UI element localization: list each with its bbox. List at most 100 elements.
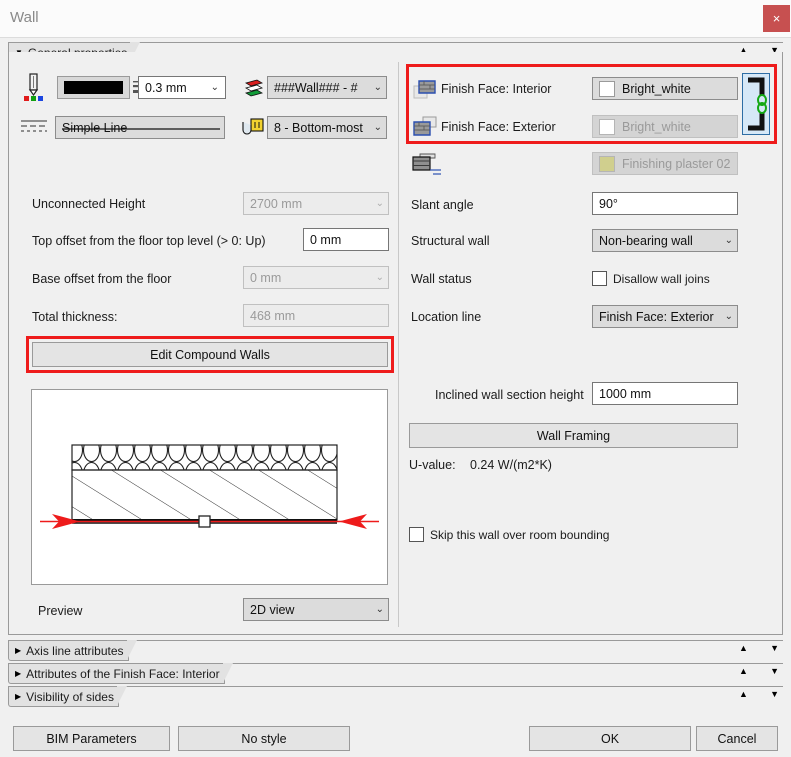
intersection-priority-icon[interactable]	[240, 116, 266, 138]
inclined-wall-section-height-value: 1000 mm	[599, 386, 652, 401]
label-finish-face-interior: Finish Face: Interior	[441, 82, 552, 96]
priority-value: 8 - Bottom-most	[274, 120, 363, 135]
wall-framing-button[interactable]: Wall Framing	[409, 423, 738, 448]
label-total-thickness: Total thickness:	[32, 310, 118, 324]
checkbox-box	[409, 527, 424, 542]
layer-combo[interactable]: ###Wall### - # ⌄	[267, 76, 387, 99]
line-weight-combo[interactable]: 0.3 mm ⌄	[138, 76, 226, 99]
unconnected-height-value: 2700 mm	[250, 196, 303, 211]
label-base-offset: Base offset from the floor	[32, 272, 172, 286]
window-title: Wall	[10, 9, 39, 26]
expand-down-icon: ▼	[770, 666, 779, 676]
expand-down-icon: ▼	[770, 643, 779, 653]
skip-room-bounding-checkbox[interactable]: Skip this wall over room bounding	[409, 527, 609, 542]
section-toggle-attributes-finish-face-interior[interactable]: ▶ Attributes of the Finish Face: Interio…	[8, 663, 233, 684]
section-label-axis-line-attributes: Axis line attributes	[26, 643, 124, 658]
chevron-down-icon: ⌄	[724, 311, 733, 322]
wall-edge-icon	[411, 152, 445, 178]
chevron-down-icon: ⌄	[373, 122, 382, 133]
section-header-axis-line-attributes: ▶ Axis line attributes ▲ ▼	[8, 640, 783, 661]
chevron-down-icon: ⌄	[375, 604, 384, 615]
section-header-attributes-finish-face-interior: ▶ Attributes of the Finish Face: Interio…	[8, 663, 783, 684]
pen-color-icon[interactable]	[22, 72, 44, 102]
layer-value: ###Wall### - #	[274, 80, 358, 95]
edge-material-value: Finishing plaster 02	[622, 156, 731, 171]
label-slant-angle: Slant angle	[411, 198, 474, 212]
label-inclined-wall-section-height: Inclined wall section height	[435, 388, 584, 402]
finish-face-exterior-icon	[413, 116, 437, 138]
priority-combo[interactable]: 8 - Bottom-most ⌄	[267, 116, 387, 139]
section-resize-visibility-of-sides[interactable]: ▲ ▼	[739, 690, 779, 699]
preview-mode-combo[interactable]: 2D view ⌄	[243, 598, 389, 621]
line-type-combo[interactable]: Simple Line	[55, 116, 225, 139]
label-finish-face-exterior: Finish Face: Exterior	[441, 120, 556, 134]
edit-compound-walls-button[interactable]: Edit Compound Walls	[32, 342, 388, 367]
close-button[interactable]: ×	[763, 5, 790, 32]
section-resize-attributes-finish-face-interior[interactable]: ▲ ▼	[739, 667, 779, 676]
finish-face-exterior-material-combo[interactable]: Bright_white	[592, 115, 738, 138]
link-faces-icon[interactable]	[742, 73, 770, 135]
collapse-up-icon: ▲	[739, 666, 748, 676]
ok-button[interactable]: OK	[529, 726, 691, 751]
location-line-value: Finish Face: Exterior	[599, 309, 714, 324]
layers-icon[interactable]	[243, 78, 265, 98]
label-unconnected-height: Unconnected Height	[32, 197, 146, 211]
finish-face-interior-material: Bright_white	[622, 81, 691, 96]
section-resize-axis-line-attributes[interactable]: ▲ ▼	[739, 644, 779, 653]
section-toggle-visibility-of-sides[interactable]: ▶ Visibility of sides	[8, 686, 127, 707]
column-divider	[398, 62, 399, 627]
line-weight-value: 0.3 mm	[145, 80, 187, 95]
structural-wall-combo[interactable]: Non-bearing wall ⌄	[592, 229, 738, 252]
preview-mode-value: 2D view	[250, 602, 295, 617]
label-structural-wall: Structural wall	[411, 234, 490, 248]
material-swatch-interior	[599, 80, 615, 97]
chevron-down-icon: ⌄	[375, 198, 384, 209]
unconnected-height-combo[interactable]: 2700 mm ⌄	[243, 192, 389, 215]
structural-wall-value: Non-bearing wall	[599, 233, 693, 248]
label-top-offset: Top offset from the floor top level (> 0…	[32, 234, 266, 248]
top-offset-value: 0 mm	[310, 232, 342, 247]
expand-down-icon: ▼	[770, 689, 779, 699]
finish-face-interior-icon	[413, 78, 437, 100]
chevron-down-icon: ⌄	[375, 272, 384, 283]
collapse-up-icon: ▲	[739, 643, 748, 653]
skip-room-bounding-label: Skip this wall over room bounding	[430, 527, 610, 542]
base-offset-value: 0 mm	[250, 270, 282, 285]
material-swatch-edge	[599, 155, 615, 172]
checkbox-box	[592, 271, 607, 286]
edge-material-combo[interactable]: Finishing plaster 02	[592, 152, 738, 175]
chevron-down-icon: ⌄	[373, 82, 382, 93]
disallow-wall-joins-checkbox[interactable]: Disallow wall joins	[592, 271, 710, 286]
top-offset-input[interactable]: 0 mm	[303, 228, 389, 251]
line-type-icon[interactable]	[20, 118, 48, 136]
disallow-wall-joins-label: Disallow wall joins	[613, 271, 710, 286]
slant-angle-input[interactable]: 90°	[592, 192, 738, 215]
base-offset-combo[interactable]: 0 mm ⌄	[243, 266, 389, 289]
label-preview: Preview	[38, 604, 83, 618]
dialog-footer: BIM Parameters No style OK Cancel	[0, 712, 791, 757]
triangle-right-icon: ▶	[15, 668, 22, 678]
wall-preview-canvas	[31, 389, 388, 585]
title-bar: Wall ×	[0, 0, 791, 38]
material-swatch-exterior	[599, 118, 615, 135]
triangle-right-icon: ▶	[15, 645, 22, 655]
no-style-button[interactable]: No style	[178, 726, 350, 751]
location-line-combo[interactable]: Finish Face: Exterior ⌄	[592, 305, 738, 328]
label-u-value: U-value:	[409, 458, 456, 472]
total-thickness-value: 468 mm	[250, 308, 296, 323]
triangle-right-icon: ▶	[15, 691, 22, 701]
label-wall-status: Wall status	[411, 272, 472, 286]
collapse-up-icon: ▲	[739, 689, 748, 699]
finish-face-interior-material-combo[interactable]: Bright_white	[592, 77, 738, 100]
section-label-attributes-finish-face-interior: Attributes of the Finish Face: Interior	[26, 666, 220, 681]
chevron-down-icon: ⌄	[724, 235, 733, 246]
section-header-visibility-of-sides: ▶ Visibility of sides ▲ ▼	[8, 686, 783, 707]
pen-weight-preview[interactable]	[57, 76, 130, 99]
section-toggle-axis-line-attributes[interactable]: ▶ Axis line attributes	[8, 640, 137, 661]
chevron-down-icon: ⌄	[210, 82, 219, 93]
cancel-button[interactable]: Cancel	[696, 726, 778, 751]
bim-parameters-button[interactable]: BIM Parameters	[13, 726, 170, 751]
total-thickness-value-box: 468 mm	[243, 304, 389, 327]
u-value: 0.24 W/(m2*K)	[470, 458, 552, 472]
inclined-wall-section-height-input[interactable]: 1000 mm	[592, 382, 738, 405]
